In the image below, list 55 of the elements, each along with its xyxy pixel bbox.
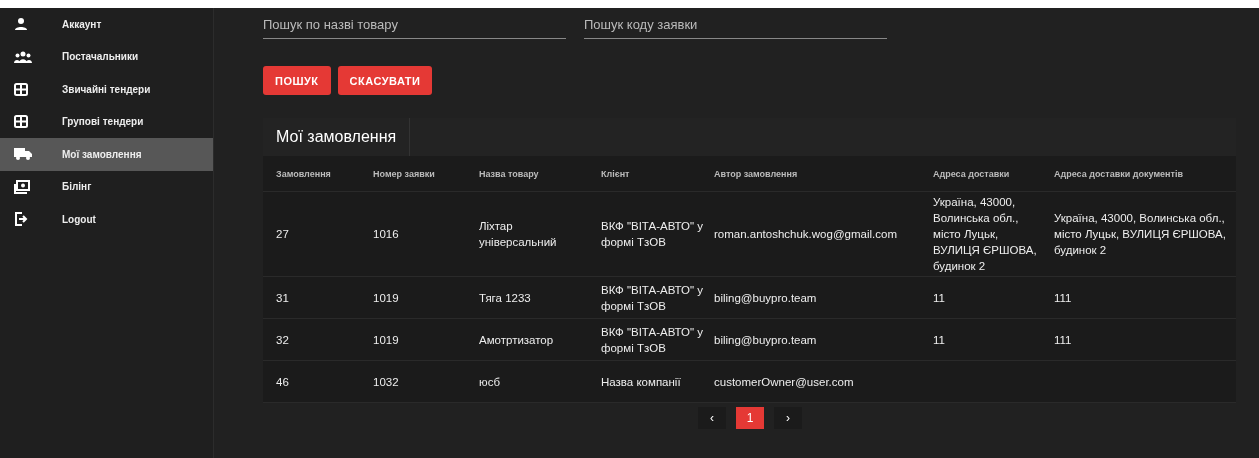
table-cell: 1019 [373,291,399,304]
column-header: Клієнт [601,168,631,179]
group-icon [14,50,32,63]
table-cell: Україна, 43000, Волинська обл., місто Луцьк, ВУЛИЦЯ ЄРШОВА, будинок 2 [933,196,1037,272]
sidebar-item[interactable]: Звичайні тендери [0,73,213,106]
table-cell: 27 [276,228,289,240]
table-cell: 11 [933,333,945,346]
banknote-icon [14,179,30,194]
column-header: Адреса доставки [933,168,1011,179]
search-field[interactable]: Пошук по назві товару [263,11,566,39]
table-cell: ВКФ "ВІТА-АВТО" у формі ТзОВ [601,220,704,248]
table-cell: 111 [1054,333,1072,346]
search-button[interactable]: ПОШУК [263,66,331,95]
table-cell: biling@buypro.team [714,333,817,346]
table-cell: Амотртизатор [479,333,554,346]
sidebar-item[interactable]: Групові тендери [0,105,213,138]
table-cell: ВКФ "ВІТА-АВТО" у формі ТзОВ [601,283,704,312]
table-cell: biling@buypro.team [714,291,817,304]
logout-icon [14,212,28,227]
table-cell: Україна, 43000, Волинська обл., місто Луцьк, ВУЛИЦЯ ЄРШОВА, будинок 2 [1054,212,1226,256]
table-cell: 11 [933,291,945,304]
table-cell: 46 [276,375,289,388]
search-field[interactable]: Пошук коду заявки [584,11,887,39]
table-cell: 31 [276,291,289,304]
page-button[interactable]: 1 [736,407,764,429]
sidebar-item[interactable]: Logout [0,203,213,236]
column-header: Назва товару [479,168,540,179]
table-cell: 32 [276,333,289,346]
grid-icon [14,115,28,129]
sidebar-item[interactable]: Аккаунт [0,8,213,41]
next-page-button[interactable]: › [774,407,802,429]
table-cell: 111 [1054,291,1072,304]
sidebar-item[interactable]: Постачальники [0,40,213,73]
table-cell: 1019 [373,333,399,346]
table-cell: Ліхтар універсальний [479,220,557,248]
table-cell: юсб [479,375,500,388]
table-cell: 1032 [373,375,399,388]
table-cell: roman.antoshchuk.wog@gmail.com [714,228,897,240]
sidebar-item[interactable]: Мої замовлення [0,138,213,171]
truck-icon [14,148,32,161]
table-cell: Тяга 1233 [479,291,531,304]
table-title: Мої замовлення [263,118,411,156]
previous-page-button[interactable]: ‹ [698,407,726,429]
column-header: Автор замовлення [714,168,799,179]
person-icon [14,17,28,32]
table-cell: ВКФ "ВІТА-АВТО" у формі ТзОВ [601,325,704,354]
column-header: Адреса доставки документів [1054,168,1184,179]
column-header: Номер заявки [373,168,436,179]
table-cell: customerOwner@user.com [714,375,854,388]
sidebar-item[interactable]: Білінг [0,170,213,203]
table-cell: 1016 [373,228,399,240]
table-cell: Назва компанії [601,375,681,388]
cancel-button[interactable]: СКАСУВАТИ [337,66,433,95]
column-header: Замовлення [276,168,332,179]
grid-icon [14,82,28,96]
